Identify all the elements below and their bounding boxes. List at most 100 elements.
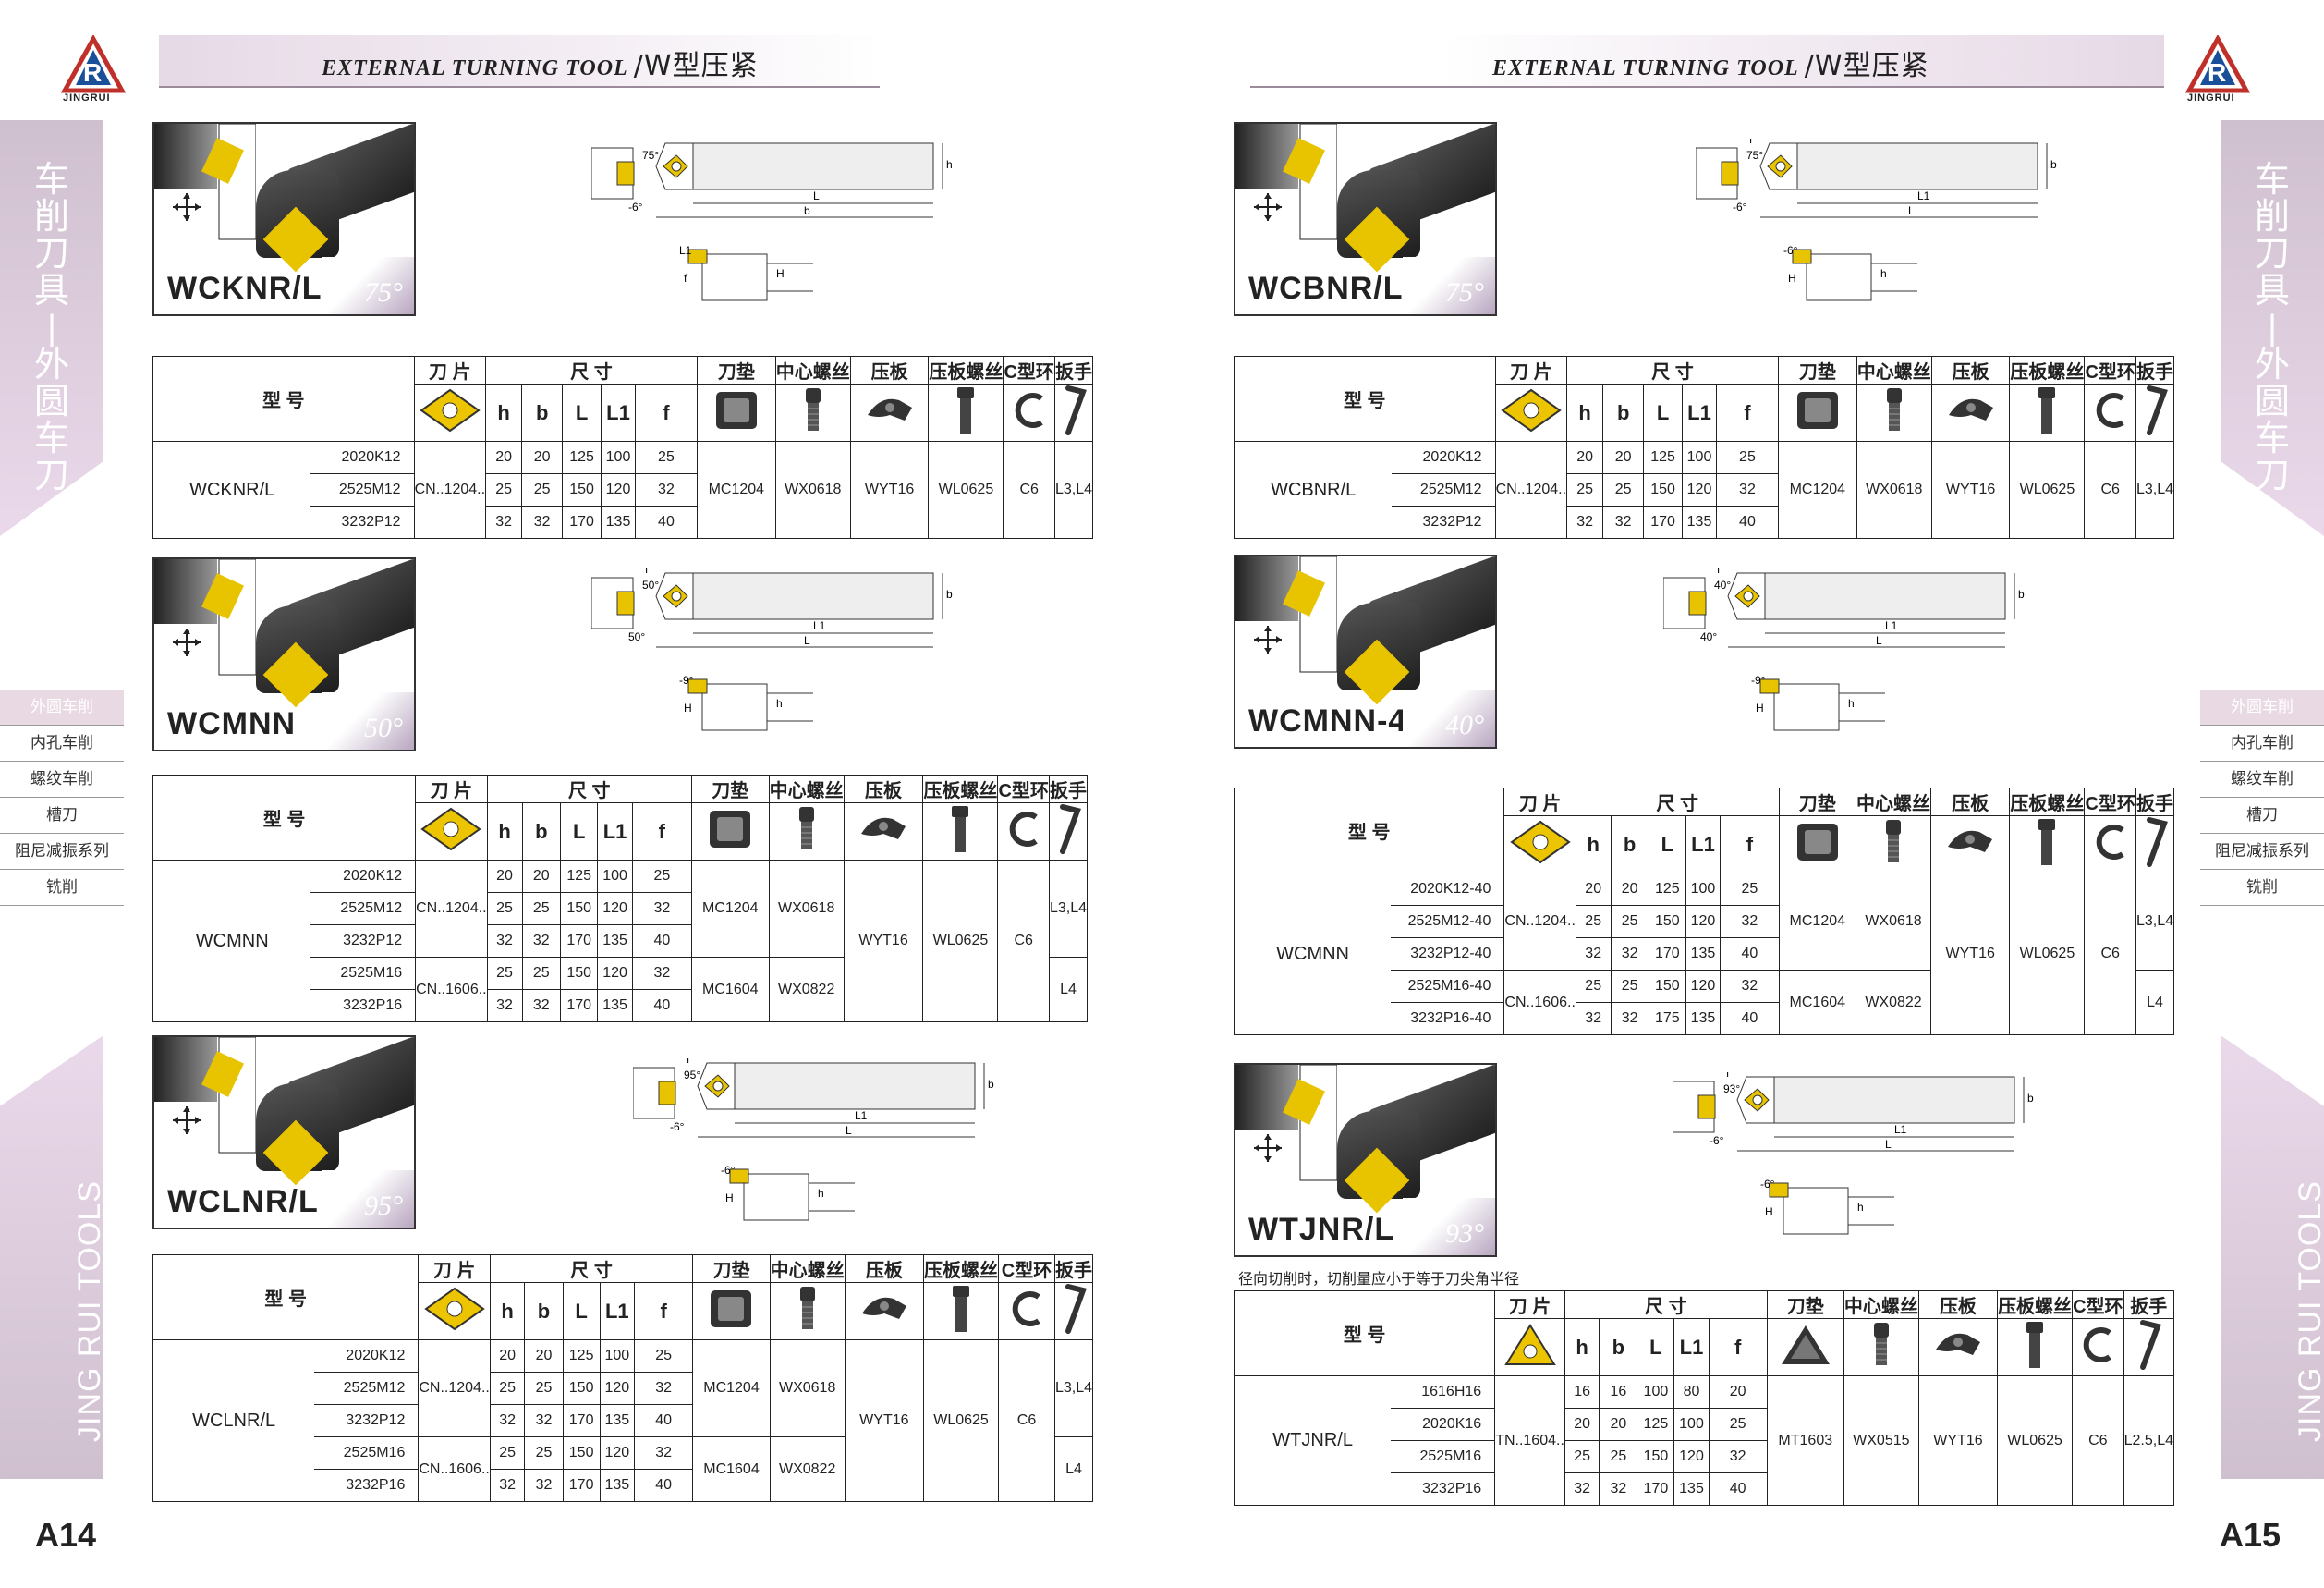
dim-f: f [1720,815,1780,873]
drawing-label: b [2050,158,2057,171]
header-clamp: 压板 [843,775,924,803]
dim-value: 25 [1715,441,1779,474]
dim-value: 40 [631,989,692,1022]
dim-value: 32 [521,989,562,1022]
drawing-label: L1 [813,619,826,632]
center-screw-icon [769,1282,846,1340]
drawing-label: L [1885,1138,1892,1151]
wrench-code: L2.5,L4 [2123,1375,2175,1506]
header-title-cn: /W型压紧 [1804,50,1929,82]
header-size: 尺 寸 [485,356,698,385]
dim-value: 40 [634,506,698,539]
dim-value: 32 [1602,506,1645,539]
wcbnr-spec-table: 型 号刀 片尺 寸刀垫 中心螺丝 压板 压板螺丝 C型环 扳手 h b L L1 f WCBNR/L 2… [1234,356,2175,539]
header-cring: C型环 [1003,356,1055,385]
shim-icon [1778,815,1857,873]
dim-value: 20 [1575,873,1612,906]
shim-icon [692,1282,771,1340]
dim-value: 25 [489,1436,526,1470]
menu-item-thread[interactable]: 螺纹车削 [2200,762,2324,798]
drawing-label: b [946,588,953,601]
wclnr-product-photo: WCLNR/L 95° [152,1035,416,1229]
product-name: WCMNN-40 [1248,703,1426,739]
logo-text: JINGRUI [63,92,111,104]
dim-value: 135 [1685,1002,1722,1035]
dim-value: 32 [1720,970,1780,1003]
header-screw: 中心螺丝 [774,356,851,385]
header-size: 尺 寸 [1575,788,1780,816]
dim-value: 25 [486,957,523,990]
clamp-icon [844,1282,925,1340]
side-char: 外 [2254,346,2290,385]
wrench-code: L3,L4 [1053,441,1094,539]
dim-value: 20 [524,1339,564,1373]
dim-value: 120 [597,892,633,925]
dim-l1: L1 [1673,1318,1710,1376]
shim-icon [696,384,776,442]
clamp-screw-icon [923,1282,1000,1340]
wrench-code: L3,L4 [1053,1339,1094,1437]
header-clamp: 压板 [844,1254,925,1283]
header-rule-left [159,86,880,88]
model-code: 2525M12 [310,473,415,507]
model-code: 3232P16 [310,989,417,1022]
series-name: WCLNR/L [152,1339,315,1502]
header-size: 尺 寸 [1566,356,1779,385]
dim-b: b [1602,384,1645,442]
header-insert: 刀 片 [418,1254,491,1283]
screw-code: WX0618 [769,1339,846,1437]
screw-code: WX0822 [1856,970,1931,1035]
menu-item-internal[interactable]: 内孔车削 [2200,726,2324,762]
dim-value: 40 [1708,1472,1768,1506]
insert-code: CN..1606.. [1503,970,1576,1035]
side-category-right: 车削刀具 | 外圆车刀 [2221,120,2324,536]
drawing-label: H [1788,272,1796,285]
menu-item-damping[interactable]: 阻尼减振系列 [0,834,124,870]
dim-value: 120 [1685,970,1722,1003]
shim-icon [1777,384,1857,442]
menu-item-internal[interactable]: 内孔车削 [0,726,124,762]
approach-angle: 75° [1445,277,1484,308]
dim-h: h [1564,1318,1600,1376]
dim-value: 32 [1715,473,1779,507]
dim-h: h [1566,384,1604,442]
c-ring-code: C6 [1003,441,1055,539]
dim-value: 40 [1720,937,1780,971]
drawing-label: h [946,158,953,171]
dim-value: 25 [521,473,564,507]
dim-value: 32 [1720,905,1780,938]
menu-item-groove[interactable]: 槽刀 [0,798,124,834]
menu-item-external[interactable]: 外圆车削 [2200,690,2324,726]
dim-value: 32 [633,1372,694,1405]
drawing-label: h [776,697,783,710]
insert-icon [413,384,487,442]
menu-item-damping[interactable]: 阻尼减振系列 [2200,834,2324,870]
drawing-label: f [684,272,687,285]
clamp-code: WYT16 [1917,1375,1999,1506]
menu-item-groove[interactable]: 槽刀 [2200,798,2324,834]
center-screw-icon [1843,1318,1919,1376]
model-code: 2525M16 [314,1436,420,1470]
header-screw: 中心螺丝 [768,775,845,803]
drawing-label: L [813,189,820,202]
dim-value: 100 [1673,1408,1710,1441]
menu-item-milling[interactable]: 铣削 [0,870,124,906]
insert-icon [1494,1318,1565,1376]
menu-item-thread[interactable]: 螺纹车削 [0,762,124,798]
clamp-code: WYT16 [844,1339,925,1502]
cutting-note: 径向切削时，切削量应小于等于刀尖角半径 [1238,1272,1520,1288]
dim-value: 150 [562,473,602,507]
center-screw-icon [774,384,851,442]
dim-value: 125 [1643,441,1684,474]
header-screw: 中心螺丝 [1856,788,1931,816]
dim-value: 32 [631,957,692,990]
header-clamp: 压板 [1917,1290,1999,1319]
approach-angle: 93° [1445,1218,1484,1249]
dim-h: h [485,384,523,442]
menu-item-external[interactable]: 外圆车削 [0,690,124,726]
dim-value: 20 [521,441,564,474]
side-char: | [47,309,56,348]
menu-item-milling[interactable]: 铣削 [2200,870,2324,906]
dim-value: 170 [1648,937,1686,971]
dim-value: 170 [562,506,602,539]
